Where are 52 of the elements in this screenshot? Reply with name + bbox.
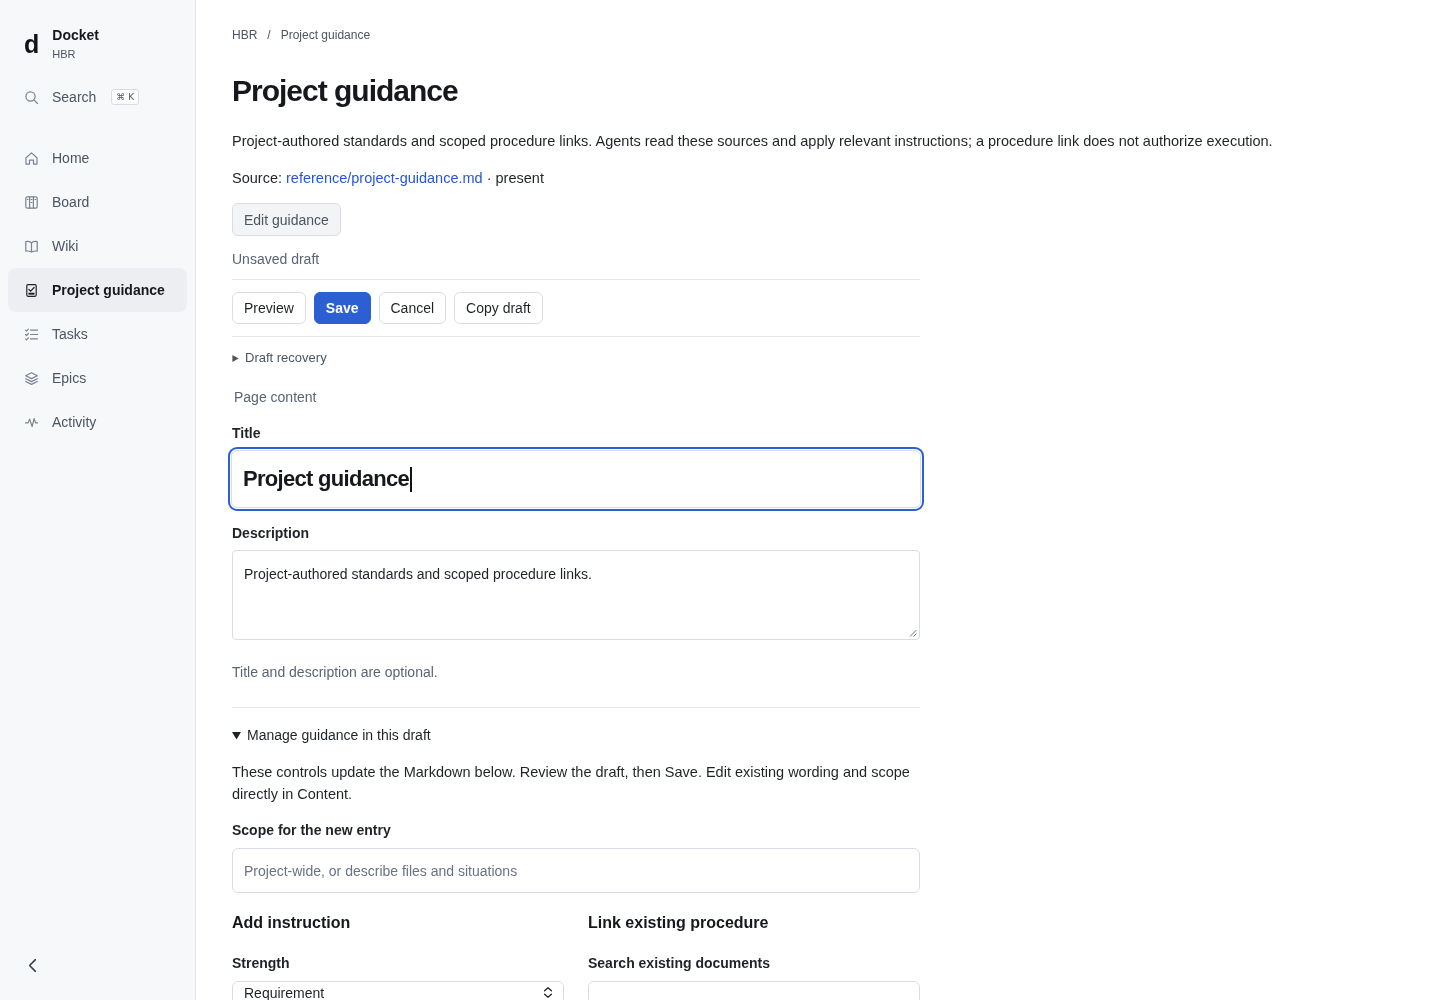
action-button[interactable]: Cancel <box>378 292 447 324</box>
sidebar-item[interactable]: Activity <box>8 400 187 444</box>
source-link[interactable]: reference/project-guidance.md <box>286 170 483 186</box>
page-description: Project-authored standards and scoped procedure links. Agents read these sources and apply relevant instructions; a procedure link does not authorize execution. <box>232 132 1274 151</box>
edit-guidance-button[interactable]: Edit guidance <box>232 203 341 236</box>
helper-text: Title and description are optional. <box>232 663 439 682</box>
workspace-name: HBR <box>52 47 77 61</box>
section-heading: Link existing procedure <box>588 913 770 933</box>
up-down-chevron-icon <box>544 987 552 998</box>
field-label: Search existing documents <box>588 954 772 973</box>
sidebar-item[interactable]: Tasks <box>8 312 187 356</box>
resize-grip-icon <box>909 629 917 637</box>
logo-letter: d <box>24 28 40 59</box>
breadcrumb-link[interactable]: Project guidance <box>280 26 371 44</box>
action-button[interactable]: Preview <box>232 292 306 324</box>
manage-intro: These controls update the Markdown below. Review the draft, then Save. Edit existing wording and scope directly in Content. <box>232 763 911 804</box>
sidebar-item[interactable]: Epics <box>8 356 187 400</box>
sidebar-item[interactable]: Home <box>8 136 187 180</box>
description-textarea[interactable]: Project-authored standards and scoped procedure links. <box>232 550 920 640</box>
source-line: Source: reference/project-guidance.md · present <box>232 169 545 188</box>
search-icon <box>25 90 38 104</box>
chevron-left-icon <box>28 958 36 972</box>
title-input[interactable]: Project guidance <box>228 447 924 511</box>
breadcrumb-separator: / <box>267 27 271 44</box>
layers-icon <box>25 371 38 385</box>
sidebar-item[interactable]: Wiki <box>8 224 187 268</box>
sidebar-item[interactable]: Board <box>8 180 187 224</box>
manage-guidance-toggle[interactable]: Manage guidance in this draft <box>232 725 431 745</box>
pulse-icon <box>25 415 38 429</box>
section-legend: Page content <box>232 387 920 407</box>
columns-icon <box>25 195 38 209</box>
page-title: Project guidance <box>232 73 459 109</box>
action-button[interactable]: Save <box>313 292 371 324</box>
search-button[interactable]: Search ⌘ K <box>8 81 187 113</box>
app-name: Docket <box>52 26 99 44</box>
field-label: Scope for the new entry <box>232 821 392 840</box>
document-check-icon <box>25 283 38 297</box>
field-label: Strength <box>232 954 291 973</box>
field-label: Title <box>232 424 262 443</box>
book-icon <box>25 239 38 253</box>
action-button[interactable]: Copy draft <box>454 292 543 324</box>
strength-select[interactable]: Requirement <box>232 981 564 1000</box>
draft-recovery-toggle[interactable]: Draft recovery <box>232 349 327 367</box>
checklist-icon <box>25 327 38 341</box>
breadcrumb-link[interactable]: HBR <box>232 26 258 44</box>
section-heading: Add instruction <box>232 913 352 933</box>
draft-status: Unsaved draft <box>232 250 321 269</box>
field-label: Description <box>232 524 310 543</box>
shortcut-hint: ⌘ K <box>111 89 140 105</box>
sidebar-item[interactable]: Project guidance <box>8 268 187 312</box>
home-icon <box>25 151 38 165</box>
scope-input[interactable]: Project-wide, or describe files and situations <box>232 848 920 893</box>
